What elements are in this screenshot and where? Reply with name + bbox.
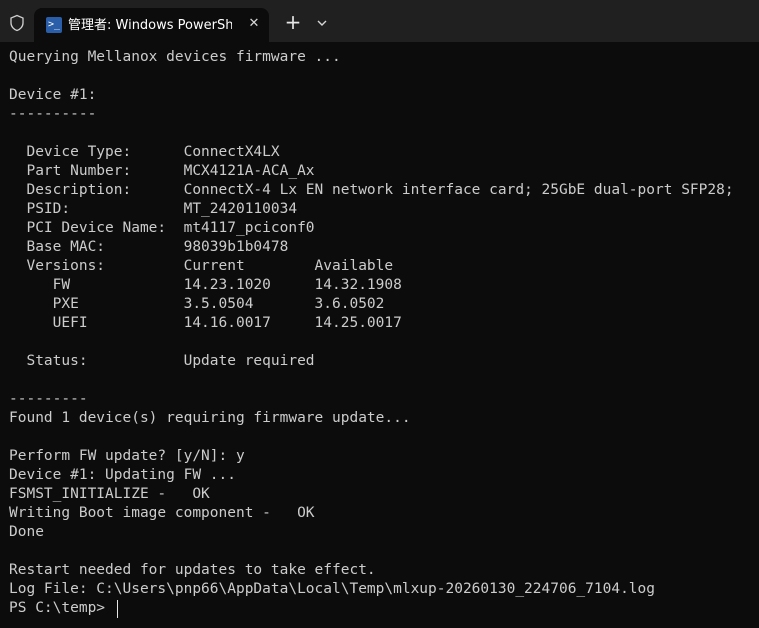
text-cursor: [117, 600, 118, 618]
terminal-line: Writing Boot image component - OK: [9, 505, 315, 521]
title-bar: >_ 管理者: Windows PowerShell ✕ +: [0, 0, 759, 42]
terminal-line: Querying Mellanox devices firmware ...: [9, 49, 341, 65]
terminal-output[interactable]: Querying Mellanox devices firmware ... D…: [9, 48, 757, 626]
terminal-window: >_ 管理者: Windows PowerShell ✕ + Querying …: [0, 0, 759, 628]
terminal-line: Log File: C:\Users\pnp66\AppData\Local\T…: [9, 581, 656, 597]
terminal-line: Perform FW update? [y/N]: y: [9, 448, 245, 464]
terminal-line: Status: Update required: [9, 353, 315, 369]
terminal-line: ---------: [9, 391, 88, 407]
terminal-line: Device #1: Updating FW ...: [9, 467, 236, 483]
terminal-line: FW 14.23.1020 14.32.1908: [9, 277, 402, 293]
powershell-icon: >_: [46, 17, 62, 33]
tab-title: 管理者: Windows PowerShell: [68, 18, 232, 33]
terminal-line: UEFI 14.16.0017 14.25.0017: [9, 315, 402, 331]
new-tab-button[interactable]: +: [283, 12, 303, 34]
terminal-line: Device Type: ConnectX4LX: [9, 144, 280, 160]
terminal-line: PSID: MT_2420110034: [9, 201, 298, 217]
terminal-line: Done: [9, 524, 44, 540]
terminal-line: PCI Device Name: mt4117_pciconf0: [9, 220, 315, 236]
terminal-line: FSMST_INITIALIZE - OK: [9, 486, 210, 502]
terminal-line: PXE 3.5.0504 3.6.0502: [9, 296, 385, 312]
terminal-line: Device #1:: [9, 87, 97, 103]
close-icon[interactable]: ✕: [244, 14, 264, 34]
terminal-prompt: PS C:\temp>: [9, 600, 114, 616]
terminal-line: Description: ConnectX-4 Lx EN network in…: [9, 182, 734, 198]
terminal-line: Found 1 device(s) requiring firmware upd…: [9, 410, 411, 426]
terminal-line: ----------: [9, 106, 97, 122]
terminal-line: Versions: Current Available: [9, 258, 394, 274]
shield-icon: [10, 14, 24, 32]
chevron-down-icon[interactable]: [313, 14, 331, 32]
terminal-line: Part Number: MCX4121A-ACA_Ax: [9, 163, 315, 179]
tab-powershell[interactable]: >_ 管理者: Windows PowerShell ✕: [34, 8, 269, 42]
terminal-line: Base MAC: 98039b1b0478: [9, 239, 289, 255]
terminal-line: Restart needed for updates to take effec…: [9, 562, 376, 578]
